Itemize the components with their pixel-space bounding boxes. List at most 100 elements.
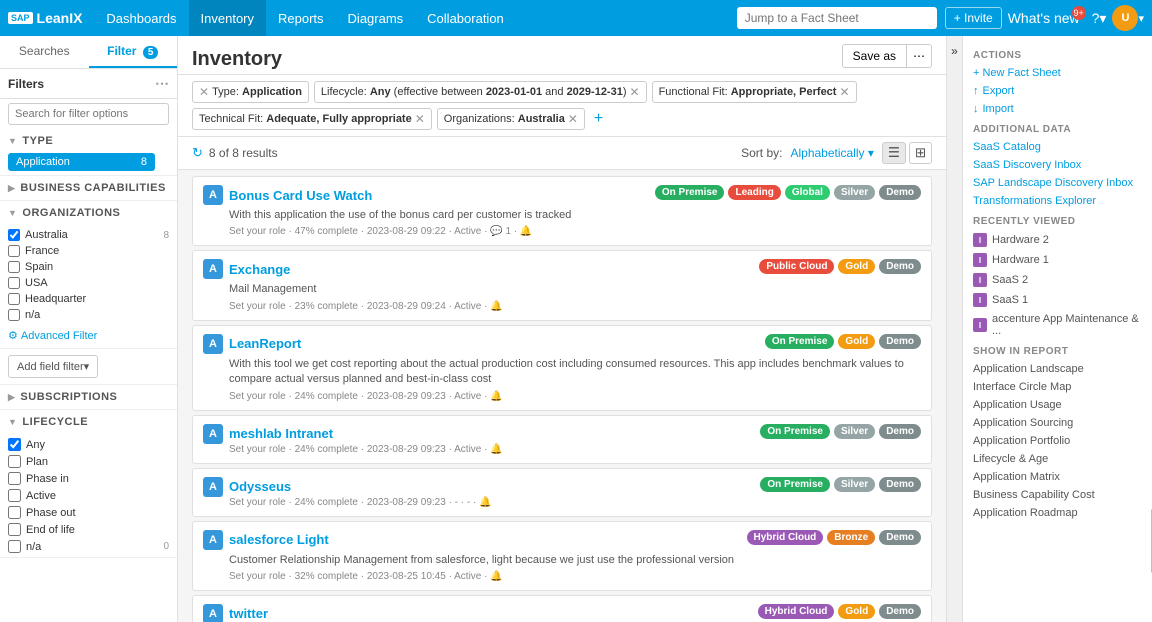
item-title-0[interactable]: Bonus Card Use Watch (229, 188, 372, 203)
item-title-6[interactable]: twitter (229, 606, 268, 621)
report-app-portfolio[interactable]: Application Portfolio (963, 432, 1152, 450)
nav-collaboration[interactable]: Collaboration (415, 0, 516, 36)
whats-new-button[interactable]: What's new 9+ (1002, 10, 1086, 26)
report-biz-cap-cost[interactable]: Business Capability Cost (963, 486, 1152, 504)
grid-view-button[interactable]: ⊞ (909, 142, 932, 164)
recently-accenture[interactable]: I accenture App Maintenance & ... (963, 310, 1152, 340)
org-headquarter-checkbox[interactable] (8, 293, 20, 305)
nav-diagrams[interactable]: Diagrams (336, 0, 416, 36)
item-title-1[interactable]: Exchange (229, 262, 290, 277)
user-avatar[interactable]: U (1112, 5, 1138, 31)
list-view-button[interactable]: ☰ (882, 142, 906, 164)
add-filter-button[interactable]: + (590, 110, 607, 128)
saas-discovery-link[interactable]: SaaS Discovery Inbox (963, 156, 1152, 174)
lc-plan-checkbox[interactable] (8, 455, 21, 468)
advanced-filter-link[interactable]: ⚙ Advanced Filter (0, 325, 177, 348)
recently-hardware2[interactable]: I Hardware 2 (963, 230, 1152, 250)
item-title-3[interactable]: meshlab Intranet (229, 426, 333, 441)
org-france: France (8, 243, 169, 259)
nav-dashboards[interactable]: Dashboards (94, 0, 188, 36)
more-button[interactable]: ⋯ (907, 44, 932, 68)
help-button[interactable]: ?▾ (1086, 10, 1113, 27)
view-toggle: ☰ ⊞ (882, 142, 932, 164)
tag-on-premise-3: On Premise (760, 424, 830, 439)
org-usa-checkbox[interactable] (8, 277, 20, 289)
tag-demo-3: Demo (879, 424, 921, 439)
refresh-icon[interactable]: ↻ (192, 145, 203, 161)
recently-saas2[interactable]: I SaaS 2 (963, 270, 1152, 290)
report-app-matrix[interactable]: Application Matrix (963, 468, 1152, 486)
item-meta-3: Set your role · 24% complete · 2023-08-2… (229, 444, 921, 455)
right-sidebar-toggle[interactable]: » (946, 36, 962, 622)
org-na-checkbox[interactable] (8, 309, 20, 321)
sap-landscape-link[interactable]: SAP Landscape Discovery Inbox (963, 174, 1152, 192)
section-lifecycle-header[interactable]: ▼ LIFECYCLE (0, 410, 177, 434)
saas-catalog-link[interactable]: SaaS Catalog (963, 138, 1152, 156)
section-subs-header[interactable]: ▶ SUBSCRIPTIONS (0, 385, 177, 409)
invite-button[interactable]: + Invite (945, 7, 1002, 29)
filter-technical-remove[interactable]: ✕ (415, 112, 425, 126)
filter-lifecycle-remove[interactable]: ✕ (630, 85, 640, 99)
lc-phase-in-checkbox[interactable] (8, 472, 21, 485)
logo[interactable]: SAP LeanIX (8, 10, 82, 26)
tab-searches[interactable]: Searches (0, 36, 89, 68)
lc-na-checkbox[interactable] (8, 540, 21, 553)
sort-dropdown[interactable]: Alphabetically ▾ (790, 146, 873, 160)
org-australia-checkbox[interactable] (8, 229, 20, 241)
tag-public-cloud: Public Cloud (759, 259, 834, 274)
lc-phase-out-checkbox[interactable] (8, 506, 21, 519)
report-interface-circle[interactable]: Interface Circle Map (963, 378, 1152, 396)
import-link[interactable]: ↓ Import (963, 100, 1152, 118)
save-as-button[interactable]: Save as (842, 44, 907, 68)
recently-hardware1[interactable]: I Hardware 1 (963, 250, 1152, 270)
tab-filter[interactable]: Filter 5 (89, 36, 178, 68)
tag-silver-4: Silver (834, 477, 875, 492)
export-link[interactable]: ↑ Export (963, 82, 1152, 100)
nav-inventory[interactable]: Inventory (189, 0, 266, 36)
type-application-button[interactable]: Application 8 (8, 153, 155, 171)
report-app-usage[interactable]: Application Usage (963, 396, 1152, 414)
section-add-field: Add field filter ▾ (0, 349, 177, 385)
lc-any-checkbox[interactable] (8, 438, 21, 451)
filter-org-remove[interactable]: ✕ (568, 112, 578, 126)
tag-demo-4: Demo (879, 477, 921, 492)
active-filters-row: ✕ Type: Application Lifecycle: Any (effe… (178, 75, 946, 137)
nav-search-input[interactable] (737, 7, 937, 29)
report-app-landscape[interactable]: Application Landscape (963, 360, 1152, 378)
lc-end-of-life-checkbox[interactable] (8, 523, 21, 536)
section-biz-cap-header[interactable]: ▶ BUSINESS CAPABILITIES (0, 176, 177, 200)
org-spain-checkbox[interactable] (8, 261, 20, 273)
lc-plan: Plan (8, 453, 169, 470)
filter-type-remove[interactable]: ✕ (199, 85, 209, 99)
item-icon-5: A (203, 530, 223, 550)
filter-search-input[interactable] (8, 103, 169, 125)
item-card-1-header: A Exchange Public Cloud Gold Demo (203, 259, 921, 279)
section-type-header[interactable]: ▼ TYPE (0, 129, 177, 153)
tag-on-premise-4: On Premise (760, 477, 830, 492)
recently-saas1[interactable]: I SaaS 1 (963, 290, 1152, 310)
results-count: 8 of 8 results (209, 146, 278, 160)
avatar-chevron[interactable]: ▾ (1138, 12, 1144, 25)
filter-functional-remove[interactable]: ✕ (839, 85, 849, 99)
tag-hybrid-cloud-5: Hybrid Cloud (747, 530, 824, 545)
report-app-roadmap[interactable]: Application Roadmap (963, 504, 1152, 522)
lc-na: n/a 0 (8, 538, 169, 555)
transformations-explorer-link[interactable]: Transformations Explorer (963, 192, 1152, 210)
sort-bar: Sort by: Alphabetically ▾ ☰ ⊞ (741, 142, 932, 164)
new-fact-sheet-link[interactable]: + New Fact Sheet (963, 64, 1152, 82)
section-type: ▼ TYPE Application 8 (0, 129, 177, 176)
item-title-2[interactable]: LeanReport (229, 336, 301, 351)
item-tags-3: On Premise Silver Demo (760, 424, 921, 439)
section-orgs-header[interactable]: ▼ ORGANIZATIONS (0, 201, 177, 225)
item-title-5[interactable]: salesforce Light (229, 532, 329, 547)
report-app-sourcing[interactable]: Application Sourcing (963, 414, 1152, 432)
lc-active-checkbox[interactable] (8, 489, 21, 502)
tag-bronze-5: Bronze (827, 530, 875, 545)
item-title-4[interactable]: Odysseus (229, 479, 291, 494)
org-france-checkbox[interactable] (8, 245, 20, 257)
nav-reports[interactable]: Reports (266, 0, 336, 36)
filter-options-icon[interactable]: ⋯ (155, 75, 169, 92)
item-desc-2: With this tool we get cost reporting abo… (229, 357, 921, 388)
report-lifecycle-age[interactable]: Lifecycle & Age (963, 450, 1152, 468)
add-field-filter-button[interactable]: Add field filter ▾ (8, 355, 98, 378)
